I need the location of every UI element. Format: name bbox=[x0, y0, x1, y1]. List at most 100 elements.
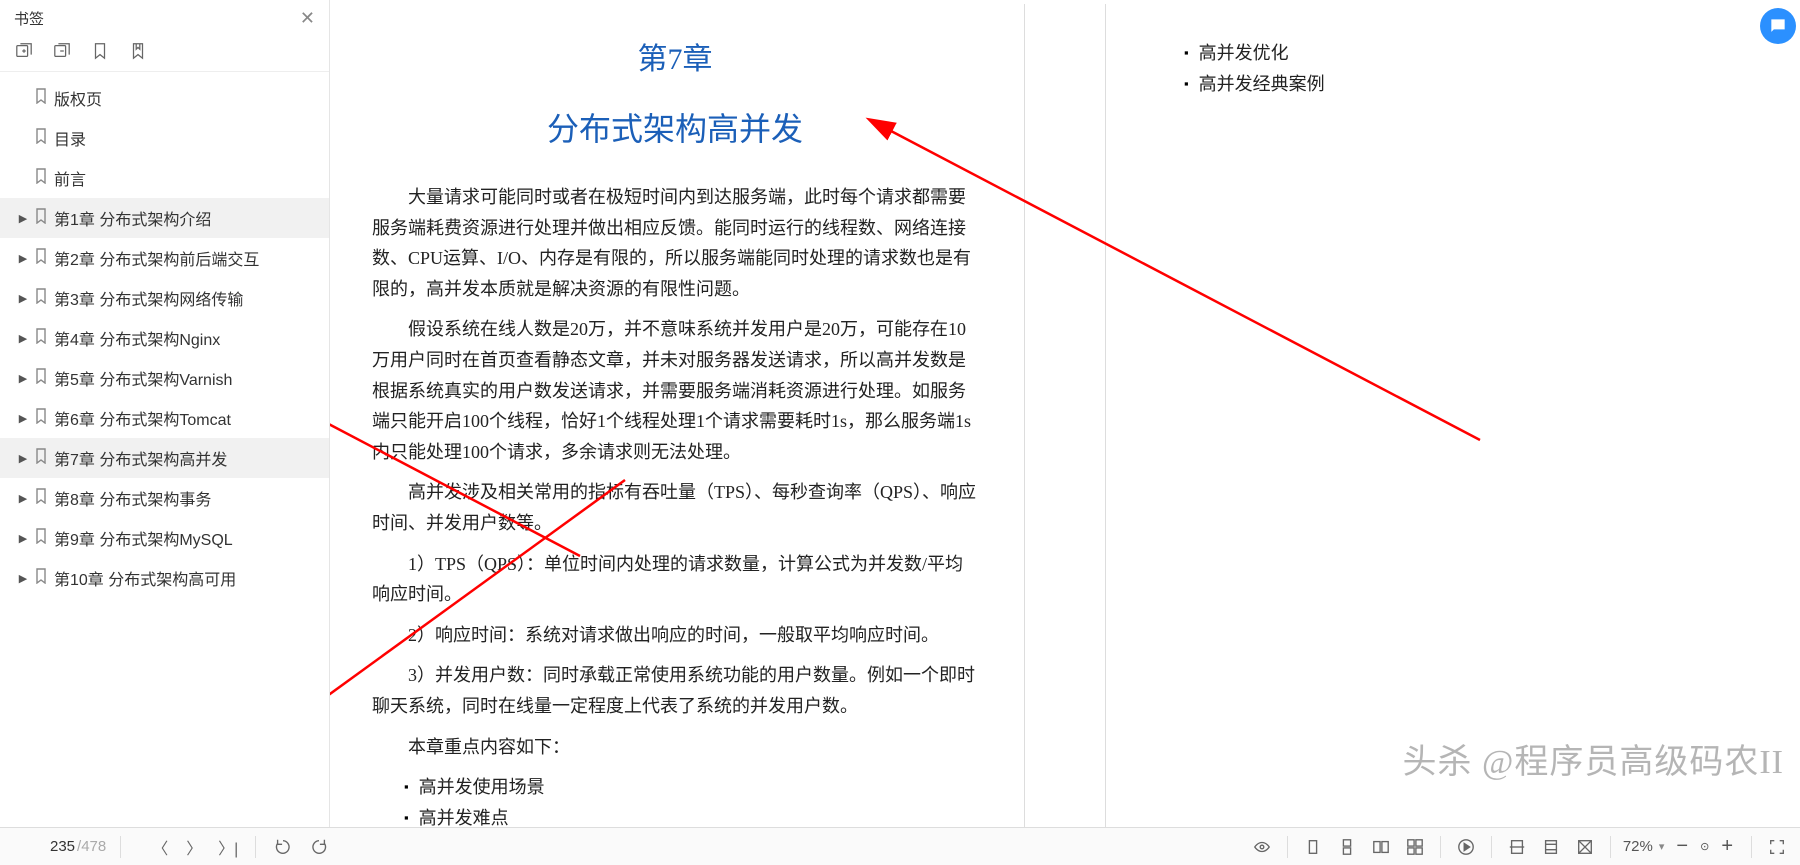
bookmark-list: 版权页目录前言 ▶ 第1章 分布式架构介绍 ▶ 第2章 分布式架构前后端交互 ▶ 第3章 分… bbox=[0, 72, 329, 827]
caret-icon: ▶ bbox=[18, 492, 28, 505]
zoom-slider-icon[interactable]: ⊙ bbox=[1700, 840, 1709, 853]
zoom-out-icon[interactable]: − bbox=[1670, 835, 1694, 858]
caret-icon: ▶ bbox=[18, 532, 28, 545]
actual-size-icon[interactable] bbox=[1572, 834, 1598, 860]
chapter-title: 分布式架构高并发 bbox=[372, 104, 978, 150]
sidebar-toolbar bbox=[0, 35, 329, 72]
bookmark-icon bbox=[34, 368, 48, 389]
bullet-item: 高并发优化 bbox=[1184, 38, 1758, 69]
bookmarks-sidebar: 书签 ✕ 版权页目录前言▶第1章 分布式架构介绍▶第2章 分布式架构前后端交互▶… bbox=[0, 0, 330, 827]
sidebar-item-label: 第5章 分布式架构Varnish bbox=[54, 366, 232, 390]
last-page-icon[interactable]: 〉| bbox=[215, 834, 241, 860]
sidebar-item-label: 第1章 分布式架构介绍 bbox=[54, 206, 211, 230]
paragraph: 2）响应时间：系统对请求做出响应的时间，一般取平均响应时间。 bbox=[372, 620, 978, 651]
collapse-all-icon[interactable] bbox=[52, 41, 72, 61]
fit-width-icon[interactable] bbox=[1504, 834, 1530, 860]
zoom-control: 72% ▾ − ⊙ + bbox=[1623, 835, 1739, 858]
sidebar-item-label: 第8章 分布式架构事务 bbox=[54, 486, 211, 510]
assistant-float-button[interactable] bbox=[1760, 8, 1796, 44]
bullet-list: 高并发优化高并发经典案例 bbox=[1184, 38, 1758, 99]
bookmark-icon bbox=[34, 248, 48, 269]
rotate-left-icon[interactable] bbox=[270, 834, 296, 860]
sidebar-item-label: 第7章 分布式架构高并发 bbox=[54, 446, 227, 470]
bookmark-outline-icon[interactable] bbox=[90, 41, 110, 61]
paragraph: 1）TPS（QPS）：单位时间内处理的请求数量，计算公式为并发数/平均响应时间。 bbox=[372, 549, 978, 610]
prev-page-icon[interactable]: 〈 bbox=[147, 834, 173, 860]
bookmark-icon bbox=[34, 288, 48, 309]
next-page-icon[interactable]: 〉 bbox=[181, 834, 207, 860]
bookmark-icon bbox=[34, 128, 48, 149]
page-indicator[interactable]: 235/478 bbox=[10, 838, 106, 855]
sidebar-item-label: 版权页 bbox=[54, 86, 102, 110]
fit-page-icon[interactable] bbox=[1538, 834, 1564, 860]
bullet-item: 高并发难点 bbox=[404, 803, 978, 827]
paragraph: 大量请求可能同时或者在极短时间内到达服务端，此时每个请求都需要服务端耗费资源进行… bbox=[372, 182, 978, 304]
paragraph: 3）并发用户数：同时承载正常使用系统功能的用户数量。例如一个即时聊天系统，同时在… bbox=[372, 660, 978, 721]
sidebar-item-2[interactable]: 前言 bbox=[0, 158, 329, 198]
bullet-item: 高并发经典案例 bbox=[1184, 69, 1758, 100]
close-icon[interactable]: ✕ bbox=[300, 8, 315, 29]
sidebar-item-9[interactable]: ▶第7章 分布式架构高并发 bbox=[0, 438, 329, 478]
sidebar-item-label: 第4章 分布式架构Nginx bbox=[54, 326, 220, 350]
page-left: 第7章 分布式架构高并发 大量请求可能同时或者在极短时间内到达服务端，此时每个请… bbox=[330, 4, 1025, 827]
play-icon[interactable] bbox=[1453, 834, 1479, 860]
sidebar-title: 书签 bbox=[14, 8, 44, 29]
caret-icon: ▶ bbox=[18, 372, 28, 385]
single-page-icon[interactable] bbox=[1300, 834, 1326, 860]
bookmark-ribbon-icon[interactable] bbox=[128, 41, 148, 61]
sidebar-item-10[interactable]: ▶ 第8章 分布式架构事务 bbox=[0, 478, 329, 518]
two-page-scroll-icon[interactable] bbox=[1402, 834, 1428, 860]
document-viewport[interactable]: 第7章 分布式架构高并发 大量请求可能同时或者在极短时间内到达服务端，此时每个请… bbox=[330, 0, 1800, 827]
bookmark-icon bbox=[34, 208, 48, 229]
caret-icon: ▶ bbox=[18, 212, 28, 225]
sidebar-item-12[interactable]: ▶ 第10章 分布式架构高可用 bbox=[0, 558, 329, 598]
page-right: 高并发优化高并发经典案例 bbox=[1105, 4, 1800, 827]
sidebar-item-7[interactable]: ▶ 第5章 分布式架构Varnish bbox=[0, 358, 329, 398]
eye-icon[interactable] bbox=[1249, 834, 1275, 860]
continuous-page-icon[interactable] bbox=[1334, 834, 1360, 860]
sidebar-item-11[interactable]: ▶ 第9章 分布式架构MySQL bbox=[0, 518, 329, 558]
page-nav: 〈 〉 〉| bbox=[147, 834, 241, 860]
sidebar-item-3[interactable]: ▶ 第1章 分布式架构介绍 bbox=[0, 198, 329, 238]
paragraph: 高并发涉及相关常用的指标有吞吐量（TPS）、每秒查询率（QPS）、响应时间、并发… bbox=[372, 477, 978, 538]
sidebar-item-label: 目录 bbox=[54, 126, 86, 150]
bookmark-icon bbox=[34, 488, 48, 509]
sidebar-item-label: 第2章 分布式架构前后端交互 bbox=[54, 246, 259, 270]
expand-all-icon[interactable] bbox=[14, 41, 34, 61]
caret-icon: ▶ bbox=[18, 412, 28, 425]
sidebar-item-1[interactable]: 目录 bbox=[0, 118, 329, 158]
sidebar-item-label: 第9章 分布式架构MySQL bbox=[54, 526, 233, 550]
sidebar-item-label: 第3章 分布式架构网络传输 bbox=[54, 286, 243, 310]
paragraph: 假设系统在线人数是20万，并不意味系统并发用户是20万，可能存在10万用户同时在… bbox=[372, 314, 978, 467]
status-bar: 235/478 〈 〉 〉| 72% ▾ − ⊙ + bbox=[0, 827, 1800, 865]
sidebar-item-6[interactable]: ▶ 第4章 分布式架构Nginx bbox=[0, 318, 329, 358]
sidebar-item-label: 第10章 分布式架构高可用 bbox=[54, 566, 236, 590]
bookmark-icon bbox=[34, 328, 48, 349]
zoom-in-icon[interactable]: + bbox=[1715, 835, 1739, 858]
current-page: 235 bbox=[50, 838, 75, 855]
fullscreen-icon[interactable] bbox=[1764, 834, 1790, 860]
bookmark-icon bbox=[34, 168, 48, 189]
sidebar-item-5[interactable]: ▶ 第3章 分布式架构网络传输 bbox=[0, 278, 329, 318]
sidebar-item-label: 第6章 分布式架构Tomcat bbox=[54, 406, 231, 430]
zoom-value[interactable]: 72% bbox=[1623, 838, 1653, 855]
bookmark-icon bbox=[34, 568, 48, 589]
bookmark-icon bbox=[34, 528, 48, 549]
caret-icon: ▶ bbox=[18, 572, 28, 585]
paragraph: 本章重点内容如下： bbox=[372, 732, 978, 763]
sidebar-item-label: 前言 bbox=[54, 166, 86, 190]
two-page-icon[interactable] bbox=[1368, 834, 1394, 860]
caret-icon: ▶ bbox=[18, 332, 28, 345]
sidebar-item-0[interactable]: 版权页 bbox=[0, 78, 329, 118]
zoom-dropdown-icon[interactable]: ▾ bbox=[1659, 840, 1665, 853]
caret-icon: ▶ bbox=[18, 292, 28, 305]
rotate-right-icon[interactable] bbox=[306, 834, 332, 860]
total-pages: /478 bbox=[77, 838, 106, 855]
bullet-item: 高并发使用场景 bbox=[404, 772, 978, 803]
bullet-list: 高并发使用场景高并发难点高并发之缓存高并发之消息队列 bbox=[404, 772, 978, 827]
sidebar-item-4[interactable]: ▶ 第2章 分布式架构前后端交互 bbox=[0, 238, 329, 278]
caret-icon: ▶ bbox=[18, 252, 28, 265]
bookmark-icon bbox=[34, 88, 48, 109]
sidebar-item-8[interactable]: ▶ 第6章 分布式架构Tomcat bbox=[0, 398, 329, 438]
bookmark-icon bbox=[34, 448, 48, 469]
